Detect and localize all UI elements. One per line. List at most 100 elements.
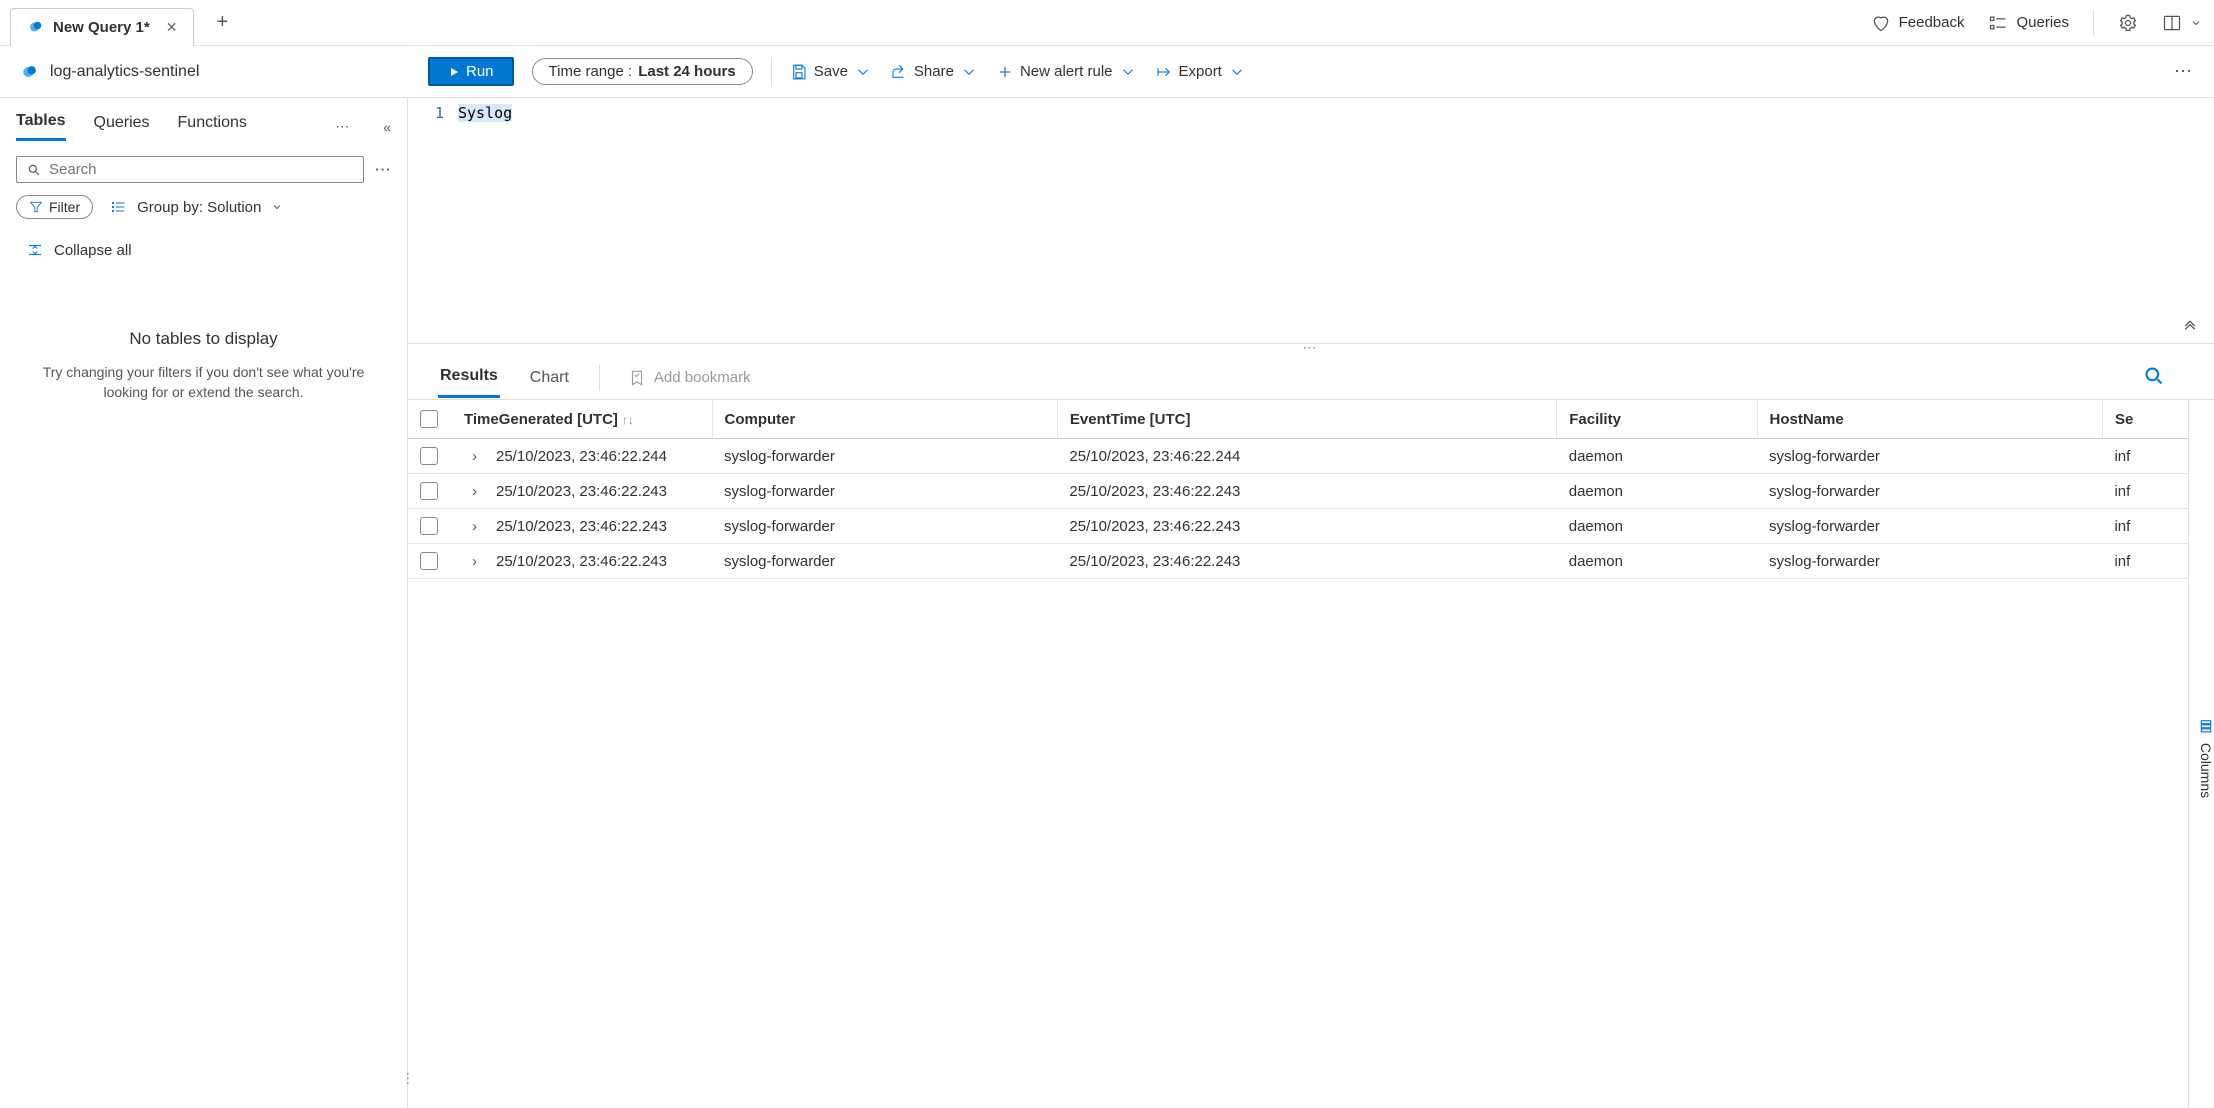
chart-tab[interactable]: Chart [528, 359, 571, 397]
expand-row-icon[interactable]: › [472, 448, 486, 465]
filter-button[interactable]: Filter [16, 195, 93, 219]
row-checkbox[interactable] [420, 447, 438, 465]
group-by-dropdown[interactable]: Group by: Solution [111, 199, 283, 216]
collapse-icon [26, 241, 44, 259]
cell-facility: daemon [1557, 474, 1757, 509]
search-input[interactable] [49, 161, 353, 178]
workspace-icon [20, 62, 40, 82]
search-icon [2144, 366, 2164, 386]
select-all-checkbox[interactable] [420, 410, 438, 428]
cell-hostname: syslog-forwarder [1757, 544, 2102, 579]
cell-time: 25/10/2023, 23:46:22.243 [496, 483, 667, 500]
sidebar-more-icon[interactable]: ⋯ [335, 118, 355, 135]
query-tab-icon [27, 18, 45, 36]
chevron-down-icon [1119, 63, 1137, 81]
cell-time: 25/10/2023, 23:46:22.243 [496, 553, 667, 570]
time-range-value: Last 24 hours [638, 63, 736, 80]
column-header[interactable]: TimeGenerated [UTC]↑↓ [452, 400, 712, 439]
separator [2093, 10, 2094, 36]
column-header[interactable]: Facility [1557, 400, 1757, 439]
columns-panel-toggle[interactable]: Columns [2188, 400, 2214, 1108]
add-bookmark-button[interactable]: Add bookmark [628, 369, 751, 387]
gear-icon[interactable] [2118, 13, 2138, 33]
sidebar-resize-handle[interactable]: ⋯ [400, 1072, 417, 1088]
empty-state: No tables to display Try changing your f… [16, 329, 391, 402]
workspace-selector[interactable]: log-analytics-sentinel [0, 62, 408, 82]
tab-functions[interactable]: Functions [178, 114, 247, 140]
table-row[interactable]: ›25/10/2023, 23:46:22.243syslog-forwarde… [408, 509, 2214, 544]
columns-icon [2199, 719, 2213, 733]
collapse-sidebar-icon[interactable]: « [383, 119, 391, 135]
query-editor[interactable]: 1 Syslog [408, 98, 2214, 344]
sidebar-search-row: ⋮ [16, 156, 391, 183]
cell-computer: syslog-forwarder [712, 544, 1057, 579]
query-toolbar: Run Time range : Last 24 hours Save Shar… [408, 57, 2214, 87]
right-pane: 1 Syslog ⋯ Results Chart Add bookmark [408, 98, 2214, 1108]
expand-row-icon[interactable]: › [472, 518, 486, 535]
chevron-down-icon [2190, 17, 2202, 29]
table-row[interactable]: ›25/10/2023, 23:46:22.244syslog-forwarde… [408, 439, 2214, 474]
export-button[interactable]: Export [1155, 63, 1246, 81]
query-tab-title: New Query 1* [53, 19, 150, 36]
tab-bar: New Query 1* ✕ + Feedback Queries [0, 0, 2214, 46]
collapse-all-button[interactable]: Collapse all [26, 241, 391, 259]
save-button[interactable]: Save [790, 63, 872, 81]
group-by-label: Group by: Solution [137, 199, 261, 216]
column-header[interactable]: EventTime [UTC] [1057, 400, 1556, 439]
expand-row-icon[interactable]: › [472, 553, 486, 570]
row-checkbox[interactable] [420, 482, 438, 500]
heart-icon [1871, 13, 1891, 33]
results-search-button[interactable] [2144, 366, 2164, 389]
cell-hostname: syslog-forwarder [1757, 474, 2102, 509]
time-range-dropdown[interactable]: Time range : Last 24 hours [532, 58, 753, 85]
results-toolbar: Results Chart Add bookmark [408, 356, 2214, 400]
collapse-all-label: Collapse all [54, 242, 132, 259]
panel-icon [2162, 13, 2182, 33]
results-tab[interactable]: Results [438, 357, 500, 398]
filter-icon [29, 200, 43, 214]
sidebar: Tables Queries Functions ⋯ « ⋮ Filter Gr… [0, 98, 408, 1108]
chevron-down-icon [960, 63, 978, 81]
feedback-label: Feedback [1899, 14, 1965, 31]
table-row[interactable]: ›25/10/2023, 23:46:22.243syslog-forwarde… [408, 544, 2214, 579]
more-actions-button[interactable]: ⋯ [2174, 61, 2194, 82]
column-header[interactable]: HostName [1757, 400, 2102, 439]
cell-computer: syslog-forwarder [712, 474, 1057, 509]
expand-editor-button[interactable] [2182, 316, 2198, 335]
chevron-down-icon [271, 201, 283, 213]
run-button[interactable]: Run [428, 57, 514, 86]
add-tab-button[interactable]: + [208, 7, 236, 38]
splitter-handle[interactable]: ⋯ [408, 344, 2214, 356]
empty-title: No tables to display [36, 329, 371, 349]
export-icon [1155, 63, 1173, 81]
chevron-down-icon [1228, 63, 1246, 81]
cell-facility: daemon [1557, 509, 1757, 544]
queries-list-icon [1988, 13, 2008, 33]
close-tab-icon[interactable]: ✕ [166, 19, 178, 36]
queries-button[interactable]: Queries [1988, 13, 2069, 33]
list-icon [111, 199, 127, 215]
tab-queries[interactable]: Queries [94, 114, 150, 140]
top-right-toolbar: Feedback Queries [1871, 0, 2202, 45]
sidebar-search-more-icon[interactable]: ⋮ [373, 161, 393, 178]
line-number: 1 [408, 104, 458, 122]
expand-row-icon[interactable]: › [472, 483, 486, 500]
cell-eventtime: 25/10/2023, 23:46:22.243 [1057, 509, 1556, 544]
tab-tables[interactable]: Tables [16, 112, 66, 141]
feedback-button[interactable]: Feedback [1871, 13, 1965, 33]
share-button[interactable]: Share [890, 63, 978, 81]
panel-button[interactable] [2162, 13, 2202, 33]
sidebar-search-box[interactable] [16, 156, 364, 183]
cell-eventtime: 25/10/2023, 23:46:22.243 [1057, 544, 1556, 579]
empty-description: Try changing your filters if you don't s… [36, 363, 371, 402]
new-alert-button[interactable]: New alert rule [996, 63, 1137, 81]
table-row[interactable]: › 25/10/2023, 23:46:22.243 syslog-forwarde… [408, 474, 2214, 509]
bookmark-icon [628, 369, 646, 387]
time-range-label: Time range : [549, 63, 633, 80]
separator [599, 365, 600, 391]
query-tab[interactable]: New Query 1* ✕ [10, 8, 194, 46]
row-checkbox[interactable] [420, 517, 438, 535]
row-checkbox[interactable] [420, 552, 438, 570]
column-header[interactable]: Computer [712, 400, 1057, 439]
results-table-container: TimeGenerated [UTC]↑↓ Computer EventTime… [408, 400, 2214, 1108]
